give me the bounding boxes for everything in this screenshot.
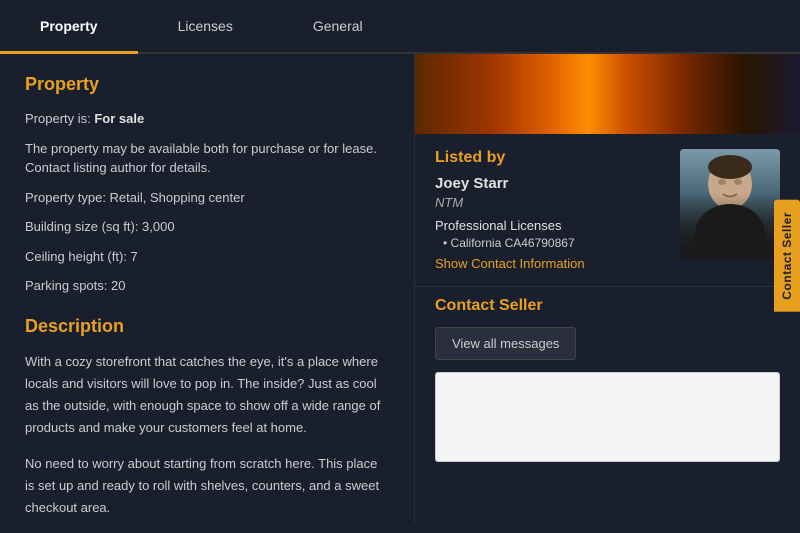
show-contact-link[interactable]: Show Contact Information xyxy=(435,256,585,271)
license-item: California CA46790867 xyxy=(443,236,665,250)
contact-seller-side-tab[interactable]: Contact Seller xyxy=(774,200,800,312)
property-section: Property Property is: For sale The prope… xyxy=(25,74,389,296)
contact-seller-title: Contact Seller xyxy=(435,297,780,315)
contact-seller-section: Contact Seller View all messages xyxy=(415,286,800,472)
description-section: Description With a cozy storefront that … xyxy=(25,316,389,520)
property-image xyxy=(415,54,800,134)
agent-name: Joey Starr xyxy=(435,175,665,192)
tab-licenses[interactable]: Licenses xyxy=(138,0,273,52)
property-status: Property is: For sale xyxy=(25,109,389,129)
right-panel: Listed by Joey Starr NTM Professional Li… xyxy=(415,54,800,523)
listed-by-info: Listed by Joey Starr NTM Professional Li… xyxy=(435,149,665,271)
agent-photo xyxy=(680,149,780,259)
listed-by-section: Listed by Joey Starr NTM Professional Li… xyxy=(415,134,800,286)
description-para-1: With a cozy storefront that catches the … xyxy=(25,351,389,439)
message-textarea[interactable] xyxy=(436,373,779,461)
main-content: Property Property is: For sale The prope… xyxy=(0,54,800,523)
property-title: Property xyxy=(25,74,389,95)
tab-property[interactable]: Property xyxy=(0,0,138,52)
tab-bar: Property Licenses General xyxy=(0,0,800,54)
licenses-title: Professional Licenses xyxy=(435,218,665,233)
tab-general[interactable]: General xyxy=(273,0,403,52)
parking-spots: Parking spots: 20 xyxy=(25,276,389,296)
description-title: Description xyxy=(25,316,389,337)
building-size: Building size (sq ft): 3,000 xyxy=(25,217,389,237)
property-note: The property may be available both for p… xyxy=(25,139,389,178)
ceiling-height: Ceiling height (ft): 7 xyxy=(25,247,389,267)
view-messages-button[interactable]: View all messages xyxy=(435,327,576,360)
agent-company: NTM xyxy=(435,195,665,210)
left-panel: Property Property is: For sale The prope… xyxy=(0,54,415,523)
description-para-2: No need to worry about starting from scr… xyxy=(25,453,389,519)
message-textarea-container xyxy=(435,372,780,462)
listed-by-title: Listed by xyxy=(435,149,665,167)
property-type: Property type: Retail, Shopping center xyxy=(25,188,389,208)
